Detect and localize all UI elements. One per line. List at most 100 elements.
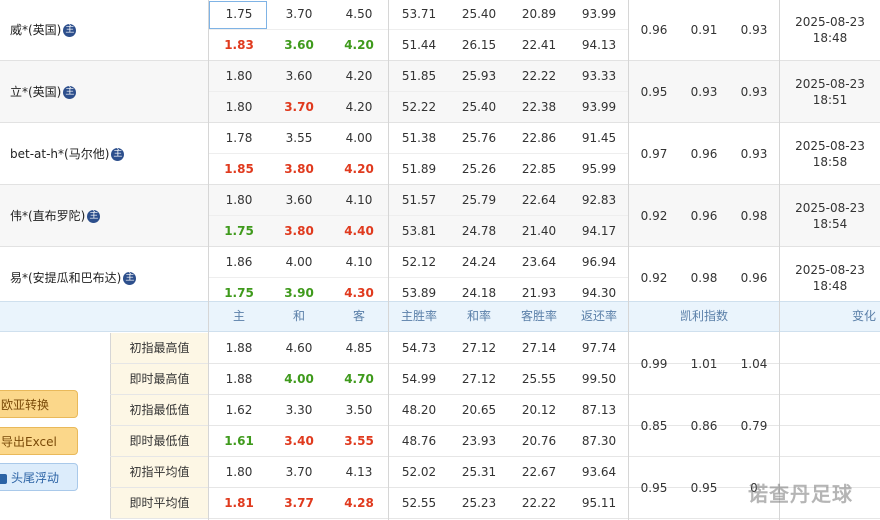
kelly-values: 0.95 0.93 0.93 [629, 61, 779, 123]
stats-odds-value: 1.88 [225, 372, 253, 386]
stats-odds-value: 4.13 [345, 465, 373, 479]
stats-odds-value: 1.81 [224, 496, 254, 510]
stats-odds-value: 4.28 [344, 496, 374, 510]
stats-rate-value: 20.12 [521, 403, 557, 417]
update-clock: 18:48 [812, 31, 848, 45]
bookmaker-block: 威*(英国) 主 1.75 3.70 4.50 53.71 25.40 20.89 93.99 1… [0, 0, 880, 61]
rate-value: 23.64 [521, 255, 557, 269]
rate-value: 25.76 [461, 131, 497, 145]
rate-value: 91.45 [581, 131, 617, 145]
initial-odds-value: 1.78 [225, 131, 253, 145]
header-home-rate: 主胜率 [400, 309, 437, 323]
column-divider [208, 0, 209, 301]
rate-value: 93.99 [581, 100, 617, 114]
stats-column-divider [628, 301, 629, 520]
float-toggle-label: 头尾浮动 [11, 471, 60, 485]
kelly-value: 0.96 [690, 147, 718, 161]
rate-value: 25.93 [461, 69, 497, 83]
current-odds-value: 4.20 [345, 100, 373, 114]
rate-value: 52.22 [401, 100, 437, 114]
stats-odds-value: 1.61 [224, 434, 254, 448]
update-time[interactable]: 2025-08-23 18:58 [780, 123, 880, 185]
rate-value: 22.41 [521, 38, 557, 52]
stats-odds-value: 3.70 [285, 465, 313, 479]
stats-rate-value: 20.65 [461, 403, 497, 417]
stats-kelly-value: 0.95 [690, 481, 718, 495]
update-date: 2025-08-23 [795, 15, 865, 29]
stats-rate-value: 52.02 [401, 465, 437, 479]
rate-value: 22.86 [521, 131, 557, 145]
subrow-divider [209, 153, 629, 154]
header-kelly: 凯利指数 [679, 309, 728, 323]
header-home: 主 [232, 309, 245, 323]
stats-rate-value: 93.64 [581, 465, 617, 479]
rate-value: 24.78 [461, 224, 497, 238]
stats-rate-value: 99.50 [581, 372, 617, 386]
update-time[interactable]: 2025-08-23 18:51 [780, 61, 880, 123]
current-odds-value: 1.80 [225, 100, 253, 114]
rate-value: 24.24 [461, 255, 497, 269]
kelly-value: 0.98 [740, 209, 768, 223]
stats-label: 初指最高值 [110, 333, 208, 364]
subrow-divider [209, 91, 629, 92]
rate-value: 51.38 [401, 131, 437, 145]
euro-asia-toggle-button[interactable]: 欧亚转换 [0, 390, 78, 418]
kelly-value: 0.95 [640, 85, 668, 99]
stats-odds-value: 3.55 [344, 434, 374, 448]
kelly-value: 0.93 [740, 23, 768, 37]
stats-rate-value: 22.22 [521, 496, 557, 510]
stats-rate-value: 25.55 [521, 372, 557, 386]
stats-odds-value: 4.85 [345, 341, 373, 355]
float-toggle-button[interactable]: 头尾浮动 [0, 463, 78, 491]
kelly-value: 0.96 [740, 271, 768, 285]
update-time[interactable]: 2025-08-23 18:48 [780, 0, 880, 61]
kelly-value: 0.96 [690, 209, 718, 223]
initial-odds-value: 4.10 [345, 193, 373, 207]
stats-rate-value: 87.13 [581, 403, 617, 417]
export-excel-button[interactable]: 导出Excel [0, 427, 78, 455]
rate-value: 92.83 [581, 193, 617, 207]
update-time[interactable]: 2025-08-23 18:48 [780, 247, 880, 309]
current-odds-value: 4.20 [344, 162, 374, 176]
stats-odds-value: 4.70 [344, 372, 374, 386]
initial-odds-value: 4.00 [345, 131, 373, 145]
kelly-value: 0.93 [740, 147, 768, 161]
kelly-value: 0.97 [640, 147, 668, 161]
kelly-values: 0.92 0.98 0.96 [629, 247, 779, 309]
rate-value: 94.13 [581, 38, 617, 52]
rate-value: 25.40 [461, 7, 497, 21]
stats-kelly-value: 0.85 [640, 419, 668, 433]
initial-odds-value: 4.20 [345, 69, 373, 83]
update-clock: 18:54 [812, 217, 848, 231]
initial-odds-value: 1.80 [225, 193, 253, 207]
initial-odds-value: 1.75 [225, 7, 253, 21]
update-date: 2025-08-23 [795, 201, 865, 215]
kelly-value: 0.92 [640, 209, 668, 223]
stats-rate-value: 54.99 [401, 372, 437, 386]
rate-value: 22.38 [521, 100, 557, 114]
stats-label: 初指平均值 [110, 457, 208, 488]
rate-value: 96.94 [581, 255, 617, 269]
kelly-value: 0.98 [690, 271, 718, 285]
update-date: 2025-08-23 [795, 139, 865, 153]
rate-value: 93.33 [581, 69, 617, 83]
kelly-value: 0.93 [740, 85, 768, 99]
current-odds-value: 1.75 [224, 224, 254, 238]
stats-kelly-value: 0.95 [640, 481, 668, 495]
bookmaker-block: 立*(英国) 主 1.80 3.60 4.20 51.85 25.93 22.22 93.33 1… [0, 61, 880, 123]
stats-odds-value: 3.40 [284, 434, 314, 448]
initial-odds-value: 1.86 [225, 255, 253, 269]
stats-label: 即时最低值 [110, 426, 208, 457]
initial-odds-value: 4.50 [345, 7, 373, 21]
header-return-rate: 返还率 [580, 309, 617, 323]
bookmaker-block: 伟*(直布罗陀) 主 1.80 3.60 4.10 51.57 25.79 22.64 92.8… [0, 185, 880, 247]
initial-odds-value: 3.55 [285, 131, 313, 145]
rate-value: 53.71 [401, 7, 437, 21]
initial-odds-value: 3.60 [285, 69, 313, 83]
rate-value: 51.89 [401, 162, 437, 176]
update-date: 2025-08-23 [795, 263, 865, 277]
update-time[interactable]: 2025-08-23 18:54 [780, 185, 880, 247]
current-odds-value: 3.80 [284, 162, 314, 176]
bookmaker-block: bet-at-h*(马尔他) 主 1.78 3.55 4.00 51.38 25.76 22.… [0, 123, 880, 185]
column-divider [779, 0, 780, 301]
